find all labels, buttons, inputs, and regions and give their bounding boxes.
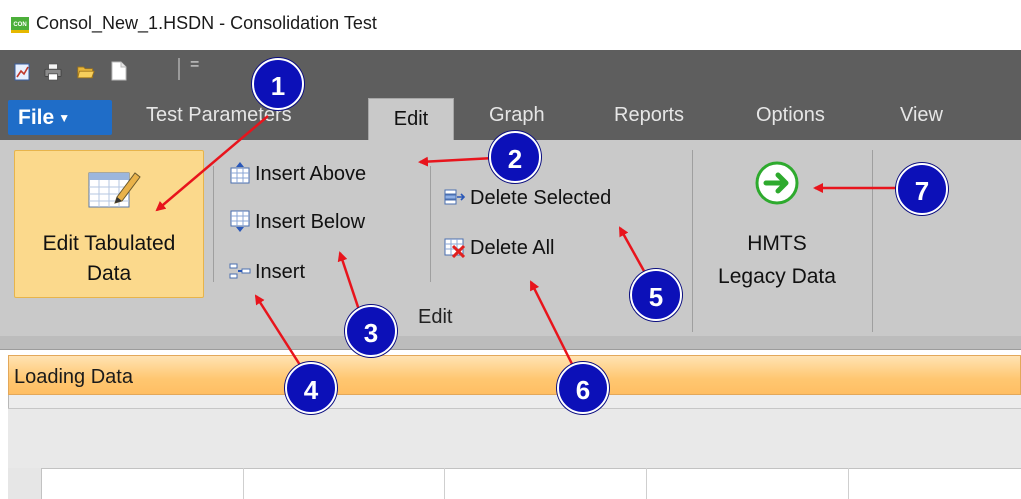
grid-column-divider — [444, 468, 445, 499]
grid-header — [8, 408, 1021, 468]
open-folder-icon[interactable] — [77, 62, 95, 82]
edit-table-icon — [88, 172, 141, 208]
callout-badge-1: 1 — [252, 58, 304, 110]
callout-badge-7: 7 — [896, 163, 948, 215]
hmts-label-line2: Legacy Data — [718, 265, 836, 288]
callout-badge-6: 6 — [557, 362, 609, 414]
ribbon-separator — [872, 150, 873, 332]
delete-selected-label: Delete Selected — [470, 187, 612, 210]
callout-badge-2: 2 — [489, 131, 541, 183]
callout-badge-5: 5 — [630, 269, 682, 321]
toolbar-separator — [178, 58, 180, 80]
ribbon-separator — [430, 166, 431, 282]
insert-row-icon — [229, 263, 251, 279]
edit-tabulated-data-button[interactable]: Edit Tabulated Data — [14, 150, 204, 298]
ribbon-separator — [692, 150, 693, 332]
tab-graph[interactable]: Graph — [489, 104, 545, 127]
delete-selected-icon — [444, 189, 466, 205]
insert-above-icon — [230, 161, 250, 184]
tab-options[interactable]: Options — [756, 104, 825, 127]
window-title: Consol_New_1.HSDN - Consolidation Test — [36, 13, 377, 33]
ribbon-group-label: Edit — [418, 306, 453, 328]
ribbon-separator — [213, 166, 214, 282]
graph-icon[interactable] — [14, 62, 32, 82]
edit-tabulated-label-line2: Data — [86, 262, 132, 285]
insert-below-button[interactable]: Insert Below — [229, 210, 366, 241]
grid-column-divider — [243, 468, 244, 499]
new-document-icon[interactable] — [110, 61, 128, 81]
ribbon-footer — [0, 336, 1021, 350]
callout-badge-3: 3 — [345, 305, 397, 357]
insert-button[interactable]: Insert — [229, 261, 305, 291]
customize-toolbar-icon[interactable]: = — [190, 56, 199, 74]
delete-all-icon — [444, 238, 466, 258]
row-header-cell[interactable] — [8, 468, 42, 499]
tab-file-label: File — [18, 106, 55, 129]
grid-column-divider — [646, 468, 647, 499]
tab-reports[interactable]: Reports — [614, 104, 684, 127]
insert-above-label: Insert Above — [255, 163, 367, 186]
loading-data-bar — [8, 355, 1021, 395]
callout-badge-4: 4 — [285, 362, 337, 414]
insert-label: Insert — [255, 261, 306, 284]
table-row[interactable] — [8, 468, 1021, 499]
tab-file[interactable]: File ▼ — [8, 100, 112, 135]
hmts-legacy-data-button[interactable]: HMTS Legacy Data — [704, 161, 850, 301]
edit-tabulated-label-line1: Edit Tabulated — [42, 232, 176, 255]
insert-below-label: Insert Below — [255, 211, 366, 234]
app-icon: CON — [11, 17, 29, 33]
insert-above-button[interactable]: Insert Above — [229, 161, 367, 193]
chevron-down-icon: ▼ — [58, 111, 71, 125]
delete-all-button[interactable]: Delete All — [444, 237, 555, 267]
tab-edit[interactable]: Edit — [368, 98, 454, 140]
delete-all-label: Delete All — [470, 237, 555, 260]
hmts-label-line1: HMTS — [747, 232, 807, 255]
insert-below-icon — [230, 210, 250, 232]
tab-view[interactable]: View — [900, 104, 943, 127]
quick-access-toolbar — [0, 50, 1021, 95]
print-icon[interactable] — [44, 62, 62, 82]
delete-selected-button[interactable]: Delete Selected — [444, 187, 611, 217]
grid-column-divider — [848, 468, 849, 499]
arrow-right-circle-icon — [755, 161, 799, 205]
loading-data-label: Loading Data — [14, 366, 133, 388]
